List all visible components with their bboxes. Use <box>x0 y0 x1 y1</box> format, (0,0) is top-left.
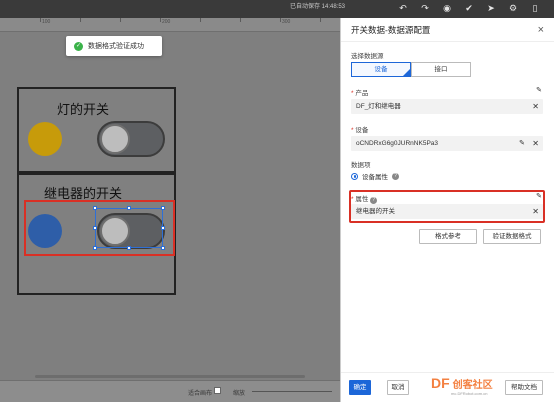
device-label: * 设备 <box>351 127 369 134</box>
product-field[interactable]: DF_灯和继电器 ✕ <box>351 99 543 114</box>
resize-handle[interactable] <box>93 246 97 250</box>
indicator-lamp <box>28 122 62 156</box>
resize-handle[interactable] <box>127 246 131 250</box>
clear-product-icon[interactable]: ✕ <box>532 99 539 114</box>
horizontal-ruler: 100 200 300 <box>0 18 340 32</box>
settings-icon[interactable]: ⚙ <box>508 3 518 13</box>
validate-format-button[interactable]: 验证数据格式 <box>483 229 541 244</box>
success-toast: ✓ 数据格式验证成功 <box>66 36 162 56</box>
source-option-api[interactable]: 接口 <box>411 62 471 77</box>
preview-icon[interactable]: ◉ <box>442 3 452 13</box>
top-toolbar: 已自动保存 14:48:53 ↶ ↷ ◉ ✔ ➤ ⚙ ▯ <box>0 0 554 18</box>
resize-handle[interactable] <box>161 226 165 230</box>
attr-label: * 属性 ? <box>351 193 378 204</box>
fit-canvas-checkbox[interactable] <box>214 387 221 394</box>
zoom-slider[interactable] <box>252 391 332 392</box>
source-selector[interactable]: 设备 接口 <box>351 62 471 77</box>
redo-icon[interactable]: ↷ <box>420 3 430 13</box>
source-label: 选择数据源 <box>351 53 384 60</box>
panel-footer: 确定 取消 DF 创客社区 mc.DFRobot.com.cn 帮助文档 <box>341 372 554 402</box>
autosave-timestamp: 已自动保存 14:48:53 <box>290 4 346 10</box>
ruler-label: 300 <box>282 19 291 25</box>
zoom-label: 缩放 <box>233 391 246 397</box>
widget-title: 灯的开关 <box>57 103 110 118</box>
help-doc-button[interactable]: 帮助文档 <box>505 380 543 395</box>
selection-box[interactable] <box>93 206 165 250</box>
confirm-button[interactable]: 确定 <box>349 380 371 395</box>
watermark-logo: DF 创客社区 mc.DFRobot.com.cn <box>431 375 493 396</box>
fit-canvas-label: 适合画布 <box>188 391 213 397</box>
resize-handle[interactable] <box>93 206 97 210</box>
device-attr-radio[interactable]: 设备属性 ? <box>351 171 399 181</box>
resize-handle[interactable] <box>161 246 165 250</box>
datasource-config-panel: 开关数据-数据源配置 × 选择数据源 设备 接口 * 产品 ✎ DF_灯和继电器… <box>340 18 554 402</box>
resize-handle[interactable] <box>161 206 165 210</box>
resize-handle[interactable] <box>93 226 97 230</box>
format-reference-button[interactable]: 格式参考 <box>419 229 477 244</box>
panel-header: 开关数据-数据源配置 × <box>341 18 554 42</box>
data-item-label: 数据项 <box>351 162 371 169</box>
toast-message: 数据格式验证成功 <box>88 43 144 50</box>
help-icon[interactable]: ? <box>392 172 399 180</box>
lamp-switch-widget[interactable]: 灯的开关 <box>17 87 176 173</box>
undo-icon[interactable]: ↶ <box>398 3 408 13</box>
close-icon[interactable]: × <box>538 24 544 36</box>
resize-handle[interactable] <box>127 206 131 210</box>
clear-attr-icon[interactable]: ✕ <box>532 204 539 219</box>
help-icon[interactable]: ? <box>370 197 378 204</box>
check-circle-icon: ✓ <box>74 41 83 51</box>
share-icon[interactable]: ➤ <box>486 3 496 13</box>
edit-device-icon[interactable]: ✎ <box>519 136 525 151</box>
mobile-icon[interactable]: ▯ <box>530 3 540 13</box>
clear-device-icon[interactable]: ✕ <box>532 136 539 151</box>
ruler-label: 200 <box>162 19 171 25</box>
product-label: * 产品 <box>351 90 369 97</box>
horizontal-scrollbar[interactable] <box>35 375 305 378</box>
publish-icon[interactable]: ✔ <box>464 3 474 13</box>
toggle-switch[interactable] <box>97 121 165 157</box>
radio-selected-icon <box>351 172 358 180</box>
edit-attr-icon[interactable]: ✎ <box>536 192 542 200</box>
ruler-label: 100 <box>42 19 51 25</box>
canvas-bottom-bar: 适合画布 缩放 <box>0 380 340 402</box>
cancel-button[interactable]: 取消 <box>387 380 409 395</box>
source-option-device[interactable]: 设备 <box>351 62 411 77</box>
switch-knob <box>100 124 130 154</box>
attr-field[interactable]: 继电器的开关 ✕ <box>351 204 543 219</box>
edit-product-icon[interactable]: ✎ <box>536 86 542 94</box>
panel-title: 开关数据-数据源配置 <box>351 24 431 35</box>
device-field[interactable]: oCNDRxG6g0JURnNK5Pa3 ✎ ✕ <box>351 136 543 151</box>
